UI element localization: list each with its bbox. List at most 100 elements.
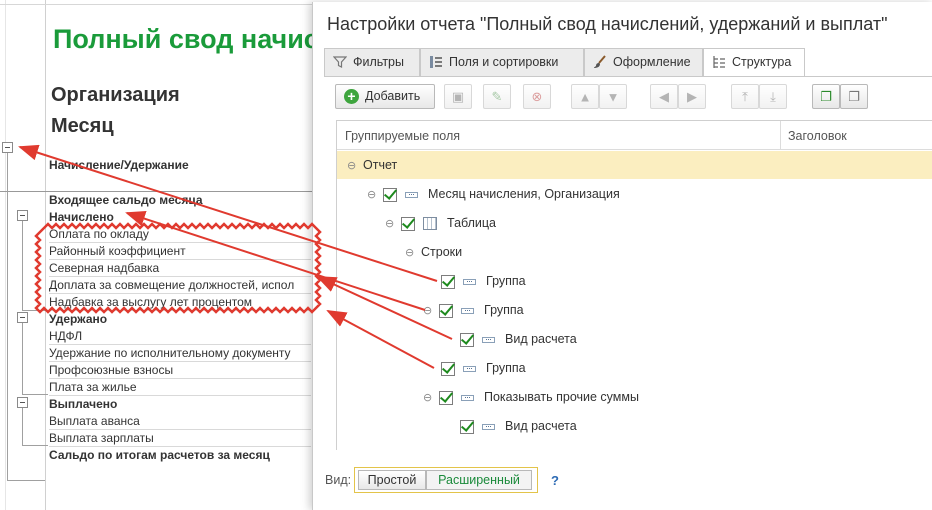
move-down-button[interactable]: ▼	[599, 84, 627, 109]
check-all-icon: ❐	[820, 88, 832, 104]
collapse-toggle-icon[interactable]	[17, 397, 28, 408]
tab-appearance[interactable]: Оформление	[584, 48, 703, 76]
tree-node[interactable]: Вид расчета	[460, 416, 577, 436]
arrow-right-icon: ▶	[687, 88, 697, 104]
level-down-icon: ⤓	[770, 88, 776, 104]
checkbox[interactable]	[441, 361, 455, 376]
tree-node[interactable]: ⊖ Таблица	[385, 213, 496, 233]
arrow-up-icon: ▲	[578, 89, 592, 104]
collapse-icon[interactable]: ⊖	[405, 243, 415, 263]
fields-icon	[430, 56, 442, 68]
report-row: Районный коэффициент	[49, 243, 311, 260]
node-label: Группа	[486, 274, 526, 288]
checkbox[interactable]	[460, 419, 474, 434]
brush-icon	[594, 55, 606, 68]
checkbox[interactable]	[439, 390, 453, 405]
report-row: Надбавка за выслугу лет процентом	[49, 294, 311, 311]
move-up-button[interactable]: ▲	[571, 84, 599, 109]
report-row: Удержано	[49, 312, 108, 326]
move-left-button[interactable]: ◀	[650, 84, 678, 109]
view-label: Вид:	[325, 473, 352, 487]
column-title: Заголовок	[788, 129, 847, 143]
report-row: Выплата аванса	[49, 413, 311, 430]
checkbox[interactable]	[460, 332, 474, 347]
check-all-button[interactable]: ❐	[812, 84, 840, 109]
collapse-icon[interactable]: ⊖	[347, 156, 357, 176]
tree-node[interactable]: Вид расчета	[460, 329, 577, 349]
level-down-button[interactable]: ⤓	[759, 84, 787, 109]
report-row: Плата за жилье	[49, 379, 311, 396]
delete-button[interactable]: ⊗	[523, 84, 551, 109]
level-up-button[interactable]: ⤒	[731, 84, 759, 109]
tab-label: Структура	[732, 55, 792, 69]
delete-icon: ⊗	[531, 88, 543, 104]
tab-label: Фильтры	[353, 55, 404, 69]
filter-icon	[333, 56, 347, 68]
checkbox[interactable]	[439, 303, 453, 318]
group-button[interactable]: ▣	[444, 84, 472, 109]
tab-fields-sorting[interactable]: Поля и сортировки	[420, 48, 584, 76]
report-row: Оплата по окладу	[49, 226, 311, 243]
tree-node[interactable]: Группа	[441, 271, 526, 291]
view-simple-button[interactable]: Простой	[358, 470, 426, 490]
report-row: Входящее сальдо месяца	[49, 193, 203, 207]
tree-node[interactable]: Группа	[441, 358, 526, 378]
help-icon[interactable]: ?	[551, 473, 559, 488]
tree-node[interactable]: ⊖ Показывать прочие суммы	[423, 387, 639, 407]
tab-structure[interactable]: Структура	[703, 48, 805, 77]
node-label: Строки	[421, 245, 463, 259]
node-label: Группа	[486, 361, 526, 375]
collapse-toggle-icon[interactable]	[2, 142, 13, 153]
tree-node-report[interactable]: ⊖ Отчет	[347, 155, 397, 175]
node-label: Показывать прочие суммы	[484, 390, 639, 404]
checkbox[interactable]	[441, 274, 455, 289]
field-icon	[463, 278, 476, 285]
field-icon	[405, 191, 418, 198]
field-icon	[482, 336, 495, 343]
add-button[interactable]: + Добавить	[335, 84, 435, 109]
structure-toolbar: + Добавить ▣ ✎ ⊗ ▲ ▼ ◀ ▶ ⤒ ⤓ ❐ ❐	[313, 84, 932, 114]
tree-node[interactable]: ⊖ Группа	[423, 300, 524, 320]
move-right-button[interactable]: ▶	[678, 84, 706, 109]
tab-label: Оформление	[613, 55, 691, 69]
field-icon	[463, 365, 476, 372]
node-label: Таблица	[447, 216, 497, 230]
node-label: Вид расчета	[505, 332, 577, 346]
collapse-toggle-icon[interactable]	[17, 312, 28, 323]
collapse-icon[interactable]: ⊖	[423, 388, 433, 408]
checkbox[interactable]	[383, 187, 397, 202]
collapse-icon[interactable]: ⊖	[423, 301, 433, 321]
edit-button[interactable]: ✎	[483, 84, 511, 109]
report-row: Выплата зарплаты	[49, 430, 311, 447]
field-icon	[482, 423, 495, 430]
dialog-title: Настройки отчета "Полный свод начислений…	[327, 14, 888, 34]
param-organization: Организация	[51, 84, 180, 106]
pencil-icon: ✎	[491, 88, 503, 104]
tree-node[interactable]: ⊖ Месяц начисления, Организация	[367, 184, 620, 204]
view-extended-button[interactable]: Расширенный	[426, 470, 532, 490]
table-icon	[423, 217, 437, 231]
column-grouped-fields: Группируемые поля	[345, 129, 461, 143]
report-row: Доплата за совмещение должностей, испол	[49, 277, 311, 294]
view-mode-switch: Простой Расширенный	[354, 467, 538, 493]
add-button-label: Добавить	[365, 89, 421, 103]
checkbox[interactable]	[401, 216, 415, 231]
arrow-left-icon: ◀	[659, 88, 669, 104]
collapse-toggle-icon[interactable]	[17, 210, 28, 221]
collapse-icon[interactable]: ⊖	[385, 214, 395, 234]
uncheck-all-button[interactable]: ❐	[840, 84, 868, 109]
report-row: Начислено	[49, 210, 114, 224]
structure-icon	[713, 56, 725, 68]
group-icon: ▣	[451, 88, 465, 104]
plus-icon: +	[344, 89, 359, 104]
structure-tree: Группируемые поля Заголовок ⊖ Отчет ⊖ Меся…	[336, 120, 932, 450]
report-row: Северная надбавка	[49, 260, 311, 277]
tab-label: Поля и сортировки	[449, 55, 559, 69]
tab-filters[interactable]: Фильтры	[324, 48, 420, 76]
collapse-icon[interactable]: ⊖	[367, 185, 377, 205]
report-row: Выплачено	[49, 397, 118, 411]
field-icon	[461, 307, 474, 314]
param-month: Месяц	[51, 115, 114, 137]
tree-node[interactable]: ⊖ Строки	[405, 242, 462, 262]
arrow-down-icon: ▼	[606, 89, 620, 104]
